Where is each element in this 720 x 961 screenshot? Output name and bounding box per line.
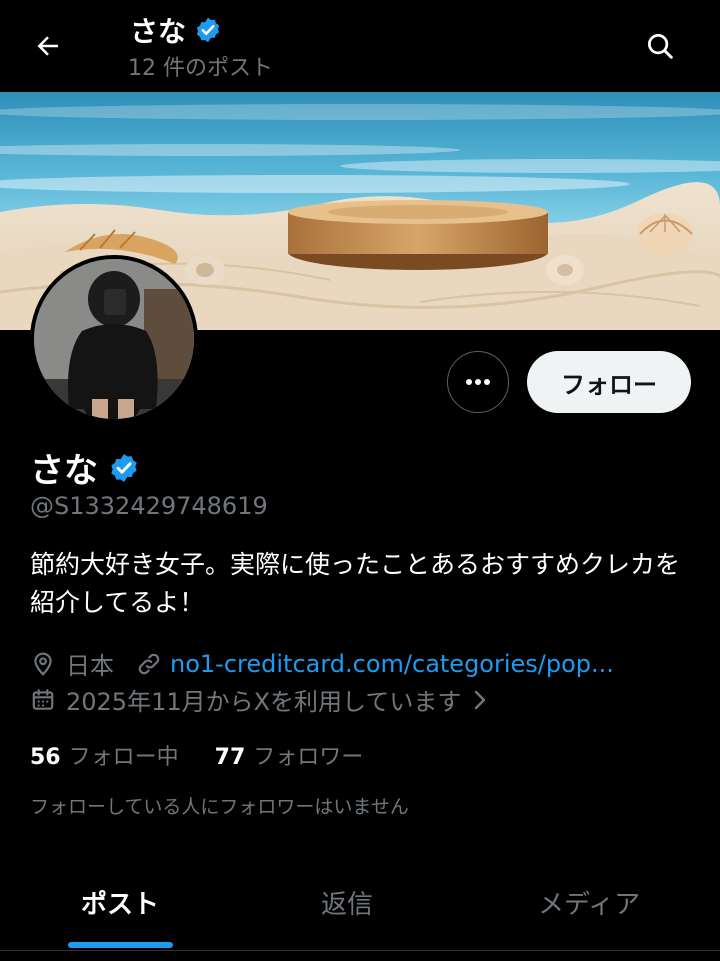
header-name: さな	[130, 15, 187, 48]
link-icon	[136, 651, 162, 677]
location-text: 日本	[66, 652, 114, 680]
followers-label: フォロワー	[253, 745, 364, 770]
tabs-divider	[0, 950, 720, 951]
joined-row[interactable]: 2025年11月からXを利用しています	[30, 682, 489, 717]
search-button[interactable]	[638, 24, 682, 68]
avatar[interactable]	[30, 255, 198, 423]
arrow-left-icon	[37, 36, 58, 56]
followers-count: 77	[214, 745, 246, 770]
following-count: 56	[30, 745, 61, 770]
joined-text: 2025年11月からXを利用しています	[66, 688, 462, 716]
display-name: さな	[30, 451, 98, 491]
avatar-image	[34, 259, 194, 419]
website-link[interactable]: no1-creditcard.com/categories/pop...	[170, 650, 614, 678]
more-horizontal-icon	[466, 379, 490, 385]
verified-badge-icon	[196, 17, 220, 43]
more-options-button[interactable]	[447, 351, 509, 413]
search-icon	[648, 34, 673, 59]
user-handle: @S1332429748619	[30, 492, 268, 520]
followers-stat[interactable]: 77 フォロワー	[215, 739, 364, 771]
calendar-icon	[30, 687, 56, 713]
top-bar: さな 12 件のポスト	[0, 0, 720, 92]
follow-stats: 56 フォロー中 77 フォロワー	[30, 739, 363, 771]
profile-name: さな	[30, 443, 140, 492]
active-tab-indicator	[68, 942, 173, 948]
profile-tabs: ポスト 返信 メディア	[0, 870, 720, 950]
verified-badge-icon	[111, 453, 137, 482]
location-pin-icon	[30, 651, 56, 677]
following-stat[interactable]: 56 フォロー中	[30, 739, 179, 771]
profile-meta-row: 日本 no1-creditcard.com/categories/pop...	[30, 646, 614, 681]
tab-posts[interactable]: ポスト	[81, 884, 159, 921]
header-title: さな	[130, 10, 222, 50]
following-label: フォロー中	[68, 745, 179, 770]
follow-button[interactable]: フォロー	[527, 351, 691, 413]
back-button[interactable]	[28, 26, 68, 66]
mutual-followers-note: フォローしている人にフォロワーはいません	[30, 796, 409, 818]
tab-replies[interactable]: 返信	[321, 884, 373, 921]
chevron-right-icon	[471, 688, 489, 712]
post-count: 12 件のポスト	[128, 56, 273, 81]
tab-media[interactable]: メディア	[538, 884, 640, 921]
profile-bio: 節約大好き女子。実際に使ったことあるおすすめクレカを紹介してるよ！	[30, 550, 681, 617]
